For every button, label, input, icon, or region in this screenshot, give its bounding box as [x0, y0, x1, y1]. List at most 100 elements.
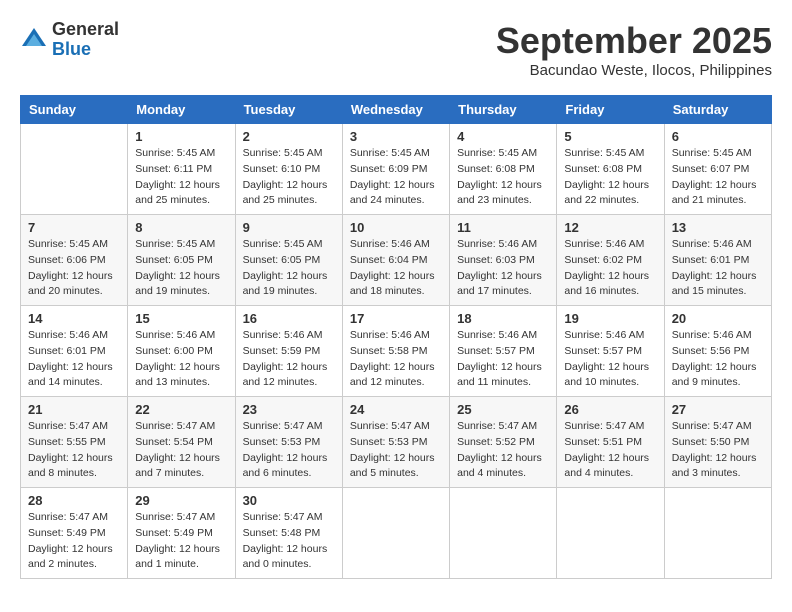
- day-info: Sunrise: 5:46 AMSunset: 6:04 PMDaylight:…: [350, 237, 442, 300]
- calendar-cell: 24Sunrise: 5:47 AMSunset: 5:53 PMDayligh…: [342, 397, 449, 488]
- calendar-cell: 4 Sunrise: 5:45 AMSunset: 6:08 PMDaylight…: [450, 124, 557, 215]
- day-number: 13: [672, 220, 764, 235]
- day-info: Sunrise: 5:45 AMSunset: 6:05 PMDaylight:…: [135, 237, 227, 300]
- day-info: Sunrise: 5:46 AMSunset: 5:56 PMDaylight:…: [672, 328, 764, 391]
- day-number: 20: [672, 311, 764, 326]
- calendar-week-row: 14Sunrise: 5:46 AMSunset: 6:01 PMDayligh…: [21, 306, 772, 397]
- calendar-cell: 6Sunrise: 5:45 AMSunset: 6:07 PMDaylight…: [664, 124, 771, 215]
- day-number: 2: [243, 129, 335, 144]
- day-info: Sunrise: 5:47 AMSunset: 5:51 PMDaylight:…: [564, 419, 656, 482]
- calendar-cell: 2Sunrise: 5:45 AMSunset: 6:10 PMDaylight…: [235, 124, 342, 215]
- calendar-week-row: 1 Sunrise: 5:45 AMSunset: 6:11 PMDaylight…: [21, 124, 772, 215]
- day-number: 30: [243, 493, 335, 508]
- weekday-header-friday: Friday: [557, 96, 664, 124]
- day-number: 8: [135, 220, 227, 235]
- calendar-cell: 9 Sunrise: 5:45 AMSunset: 6:05 PMDaylight…: [235, 215, 342, 306]
- calendar-cell: 20 Sunrise: 5:46 AMSunset: 5:56 PMDayligh…: [664, 306, 771, 397]
- calendar-cell: 30 Sunrise: 5:47 AMSunset: 5:48 PMDayligh…: [235, 488, 342, 579]
- day-number: 22: [135, 402, 227, 417]
- day-info: Sunrise: 5:46 AMSunset: 6:01 PMDaylight:…: [28, 328, 120, 391]
- calendar-cell: 23Sunrise: 5:47 AMSunset: 5:53 PMDayligh…: [235, 397, 342, 488]
- day-info: Sunrise: 5:45 AMSunset: 6:09 PMDaylight:…: [350, 146, 442, 209]
- day-info: Sunrise: 5:47 AMSunset: 5:49 PMDaylight:…: [28, 510, 120, 573]
- calendar-cell: 27 Sunrise: 5:47 AMSunset: 5:50 PMDayligh…: [664, 397, 771, 488]
- calendar-cell: 3 Sunrise: 5:45 AMSunset: 6:09 PMDaylight…: [342, 124, 449, 215]
- day-info: Sunrise: 5:45 AMSunset: 6:11 PMDaylight:…: [135, 146, 227, 209]
- calendar-cell: 14Sunrise: 5:46 AMSunset: 6:01 PMDayligh…: [21, 306, 128, 397]
- day-info: Sunrise: 5:47 AMSunset: 5:52 PMDaylight:…: [457, 419, 549, 482]
- calendar-cell: 25 Sunrise: 5:47 AMSunset: 5:52 PMDayligh…: [450, 397, 557, 488]
- calendar-table: SundayMondayTuesdayWednesdayThursdayFrid…: [20, 95, 772, 579]
- weekday-header-sunday: Sunday: [21, 96, 128, 124]
- day-number: 17: [350, 311, 442, 326]
- weekday-header-tuesday: Tuesday: [235, 96, 342, 124]
- day-number: 27: [672, 402, 764, 417]
- title-block: September 2025 Bacundao Weste, Ilocos, P…: [496, 20, 772, 79]
- calendar-cell: 18 Sunrise: 5:46 AMSunset: 5:57 PMDayligh…: [450, 306, 557, 397]
- day-info: Sunrise: 5:46 AMSunset: 6:00 PMDaylight:…: [135, 328, 227, 391]
- page-header: General Blue September 2025 Bacundao Wes…: [20, 20, 772, 79]
- weekday-header-thursday: Thursday: [450, 96, 557, 124]
- logo-blue-text: Blue: [52, 40, 119, 60]
- day-number: 24: [350, 402, 442, 417]
- location-title: Bacundao Weste, Ilocos, Philippines: [496, 62, 772, 79]
- day-number: 28: [28, 493, 120, 508]
- calendar-cell: [342, 488, 449, 579]
- calendar-cell: 1 Sunrise: 5:45 AMSunset: 6:11 PMDaylight…: [128, 124, 235, 215]
- day-number: 15: [135, 311, 227, 326]
- weekday-header-saturday: Saturday: [664, 96, 771, 124]
- calendar-week-row: 21 Sunrise: 5:47 AMSunset: 5:55 PMDayligh…: [21, 397, 772, 488]
- day-info: Sunrise: 5:46 AMSunset: 5:57 PMDaylight:…: [457, 328, 549, 391]
- day-info: Sunrise: 5:47 AMSunset: 5:54 PMDaylight:…: [135, 419, 227, 482]
- calendar-week-row: 7 Sunrise: 5:45 AMSunset: 6:06 PMDaylight…: [21, 215, 772, 306]
- day-info: Sunrise: 5:46 AMSunset: 5:57 PMDaylight:…: [564, 328, 656, 391]
- day-number: 25: [457, 402, 549, 417]
- calendar-cell: 11 Sunrise: 5:46 AMSunset: 6:03 PMDayligh…: [450, 215, 557, 306]
- calendar-cell: 17Sunrise: 5:46 AMSunset: 5:58 PMDayligh…: [342, 306, 449, 397]
- day-number: 3: [350, 129, 442, 144]
- day-number: 29: [135, 493, 227, 508]
- day-number: 11: [457, 220, 549, 235]
- day-number: 6: [672, 129, 764, 144]
- day-number: 4: [457, 129, 549, 144]
- day-number: 19: [564, 311, 656, 326]
- day-number: 1: [135, 129, 227, 144]
- day-info: Sunrise: 5:45 AMSunset: 6:08 PMDaylight:…: [457, 146, 549, 209]
- calendar-week-row: 28 Sunrise: 5:47 AMSunset: 5:49 PMDayligh…: [21, 488, 772, 579]
- day-info: Sunrise: 5:47 AMSunset: 5:48 PMDaylight:…: [243, 510, 335, 573]
- calendar-cell: [450, 488, 557, 579]
- weekday-header-monday: Monday: [128, 96, 235, 124]
- calendar-cell: 28 Sunrise: 5:47 AMSunset: 5:49 PMDayligh…: [21, 488, 128, 579]
- day-number: 7: [28, 220, 120, 235]
- day-number: 12: [564, 220, 656, 235]
- day-info: Sunrise: 5:46 AMSunset: 6:03 PMDaylight:…: [457, 237, 549, 300]
- calendar-cell: 16Sunrise: 5:46 AMSunset: 5:59 PMDayligh…: [235, 306, 342, 397]
- day-number: 21: [28, 402, 120, 417]
- calendar-cell: 8 Sunrise: 5:45 AMSunset: 6:05 PMDaylight…: [128, 215, 235, 306]
- calendar-header-row: SundayMondayTuesdayWednesdayThursdayFrid…: [21, 96, 772, 124]
- calendar-cell: 26Sunrise: 5:47 AMSunset: 5:51 PMDayligh…: [557, 397, 664, 488]
- day-number: 10: [350, 220, 442, 235]
- day-info: Sunrise: 5:46 AMSunset: 6:02 PMDaylight:…: [564, 237, 656, 300]
- day-number: 18: [457, 311, 549, 326]
- calendar-cell: 10 Sunrise: 5:46 AMSunset: 6:04 PMDayligh…: [342, 215, 449, 306]
- calendar-cell: 13Sunrise: 5:46 AMSunset: 6:01 PMDayligh…: [664, 215, 771, 306]
- calendar-cell: [664, 488, 771, 579]
- day-info: Sunrise: 5:45 AMSunset: 6:05 PMDaylight:…: [243, 237, 335, 300]
- calendar-cell: 15 Sunrise: 5:46 AMSunset: 6:00 PMDayligh…: [128, 306, 235, 397]
- day-info: Sunrise: 5:47 AMSunset: 5:53 PMDaylight:…: [243, 419, 335, 482]
- day-info: Sunrise: 5:47 AMSunset: 5:49 PMDaylight:…: [135, 510, 227, 573]
- logo: General Blue: [20, 20, 119, 60]
- day-info: Sunrise: 5:47 AMSunset: 5:55 PMDaylight:…: [28, 419, 120, 482]
- day-number: 5: [564, 129, 656, 144]
- day-number: 16: [243, 311, 335, 326]
- day-info: Sunrise: 5:47 AMSunset: 5:50 PMDaylight:…: [672, 419, 764, 482]
- day-info: Sunrise: 5:45 AMSunset: 6:08 PMDaylight:…: [564, 146, 656, 209]
- day-number: 9: [243, 220, 335, 235]
- weekday-header-wednesday: Wednesday: [342, 96, 449, 124]
- month-title: September 2025: [496, 20, 772, 62]
- calendar-cell: 5 Sunrise: 5:45 AMSunset: 6:08 PMDaylight…: [557, 124, 664, 215]
- calendar-cell: 12 Sunrise: 5:46 AMSunset: 6:02 PMDayligh…: [557, 215, 664, 306]
- day-info: Sunrise: 5:45 AMSunset: 6:06 PMDaylight:…: [28, 237, 120, 300]
- logo-icon: [20, 26, 48, 54]
